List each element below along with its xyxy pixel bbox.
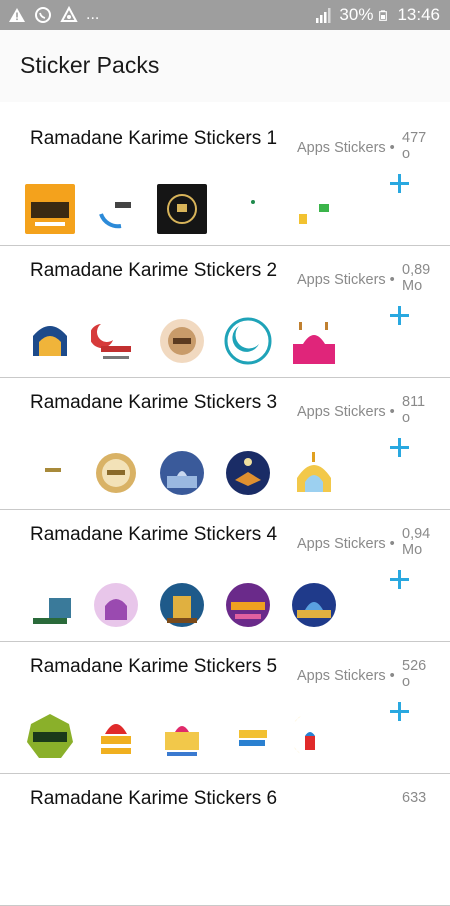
sticker-pack-item[interactable]: Ramadane Karime Stickers 2 Apps Stickers… xyxy=(0,246,450,378)
pack-name: Ramadane Karime Stickers 1 xyxy=(30,128,278,149)
pack-publisher: Apps Stickers • xyxy=(297,140,395,156)
sticker-thumbnail xyxy=(157,448,207,498)
sticker-thumbnail xyxy=(91,712,141,762)
sticker-thumbnail xyxy=(91,580,141,630)
pack-size: 0,94 Mo xyxy=(402,526,431,558)
sticker-thumbnail xyxy=(25,184,75,234)
sticker-thumbnail xyxy=(289,448,339,498)
sticker-thumbnail xyxy=(25,712,75,762)
sticker-thumbnails xyxy=(25,448,339,498)
sticker-thumbnails xyxy=(25,184,339,234)
sticker-thumbnail xyxy=(223,316,273,366)
sticker-thumbnail xyxy=(289,184,339,234)
more-notifications: ... xyxy=(86,6,100,23)
battery-icon xyxy=(379,10,388,21)
sticker-thumbnail xyxy=(223,448,273,498)
sticker-pack-item[interactable]: Ramadane Karime Stickers 4 Apps Stickers… xyxy=(0,510,450,642)
sticker-thumbnail xyxy=(289,580,339,630)
sticker-thumbnail xyxy=(223,712,273,762)
sticker-thumbnail xyxy=(223,580,273,630)
clock: 13:46 xyxy=(397,5,440,24)
sticker-pack-item[interactable]: Ramadane Karime Stickers 1 Apps Stickers… xyxy=(0,114,450,246)
pack-size: 477 o xyxy=(402,130,427,162)
app-icon xyxy=(60,6,78,22)
sticker-thumbnail xyxy=(91,316,141,366)
page-title: Sticker Packs xyxy=(20,52,160,78)
add-pack-button[interactable] xyxy=(388,304,412,328)
sticker-thumbnails xyxy=(25,580,339,630)
pack-size: 633 xyxy=(402,790,427,806)
add-pack-button[interactable] xyxy=(388,568,412,592)
sticker-thumbnail xyxy=(25,448,75,498)
sticker-thumbnail xyxy=(289,712,339,762)
pack-size: 811 o xyxy=(402,394,426,426)
pack-name: Ramadane Karime Stickers 6 xyxy=(30,788,278,809)
sticker-thumbnail xyxy=(157,316,207,366)
sticker-thumbnail xyxy=(157,184,207,234)
sticker-thumbnail xyxy=(91,448,141,498)
pack-publisher: Apps Stickers • xyxy=(297,668,395,684)
sticker-thumbnail xyxy=(25,316,75,366)
warning-icon xyxy=(9,8,25,22)
pack-name: Ramadane Karime Stickers 3 xyxy=(30,392,278,413)
pack-size: 0,89 Mo xyxy=(402,262,431,294)
app-bar: Sticker Packs xyxy=(0,30,450,102)
sticker-thumbnail xyxy=(157,712,207,762)
pack-name: Ramadane Karime Stickers 4 xyxy=(30,524,278,545)
sticker-thumbnail xyxy=(289,316,339,366)
status-bar: ... 30% 13:46 xyxy=(0,0,450,30)
pack-publisher: Apps Stickers • xyxy=(297,272,395,288)
pack-name: Ramadane Karime Stickers 2 xyxy=(30,260,278,281)
pack-publisher: Apps Stickers • xyxy=(297,536,395,552)
sticker-thumbnails xyxy=(25,316,339,366)
add-pack-button[interactable] xyxy=(388,172,412,196)
sticker-thumbnails xyxy=(25,712,339,762)
sticker-pack-item[interactable]: Ramadane Karime Stickers 3 Apps Stickers… xyxy=(0,378,450,510)
pack-publisher: Apps Stickers • xyxy=(297,404,395,420)
sticker-pack-item[interactable]: Ramadane Karime Stickers 6 633 xyxy=(0,774,450,906)
whatsapp-icon xyxy=(35,7,51,23)
add-pack-button[interactable] xyxy=(388,436,412,460)
add-pack-button[interactable] xyxy=(388,700,412,724)
sticker-thumbnail xyxy=(223,184,273,234)
battery-percent: 30% xyxy=(339,5,374,24)
sticker-thumbnail xyxy=(25,580,75,630)
sticker-thumbnail xyxy=(91,184,141,234)
notification-icons: ... xyxy=(8,6,99,24)
pack-name: Ramadane Karime Stickers 5 xyxy=(30,656,278,677)
system-indicators: 30% 13:46 xyxy=(315,5,440,25)
signal-icon xyxy=(316,8,331,23)
sticker-pack-list[interactable]: Ramadane Karime Stickers 1 Apps Stickers… xyxy=(0,114,450,906)
sticker-pack-item[interactable]: Ramadane Karime Stickers 5 Apps Stickers… xyxy=(0,642,450,774)
sticker-thumbnail xyxy=(157,580,207,630)
pack-size: 526 o xyxy=(402,658,427,690)
